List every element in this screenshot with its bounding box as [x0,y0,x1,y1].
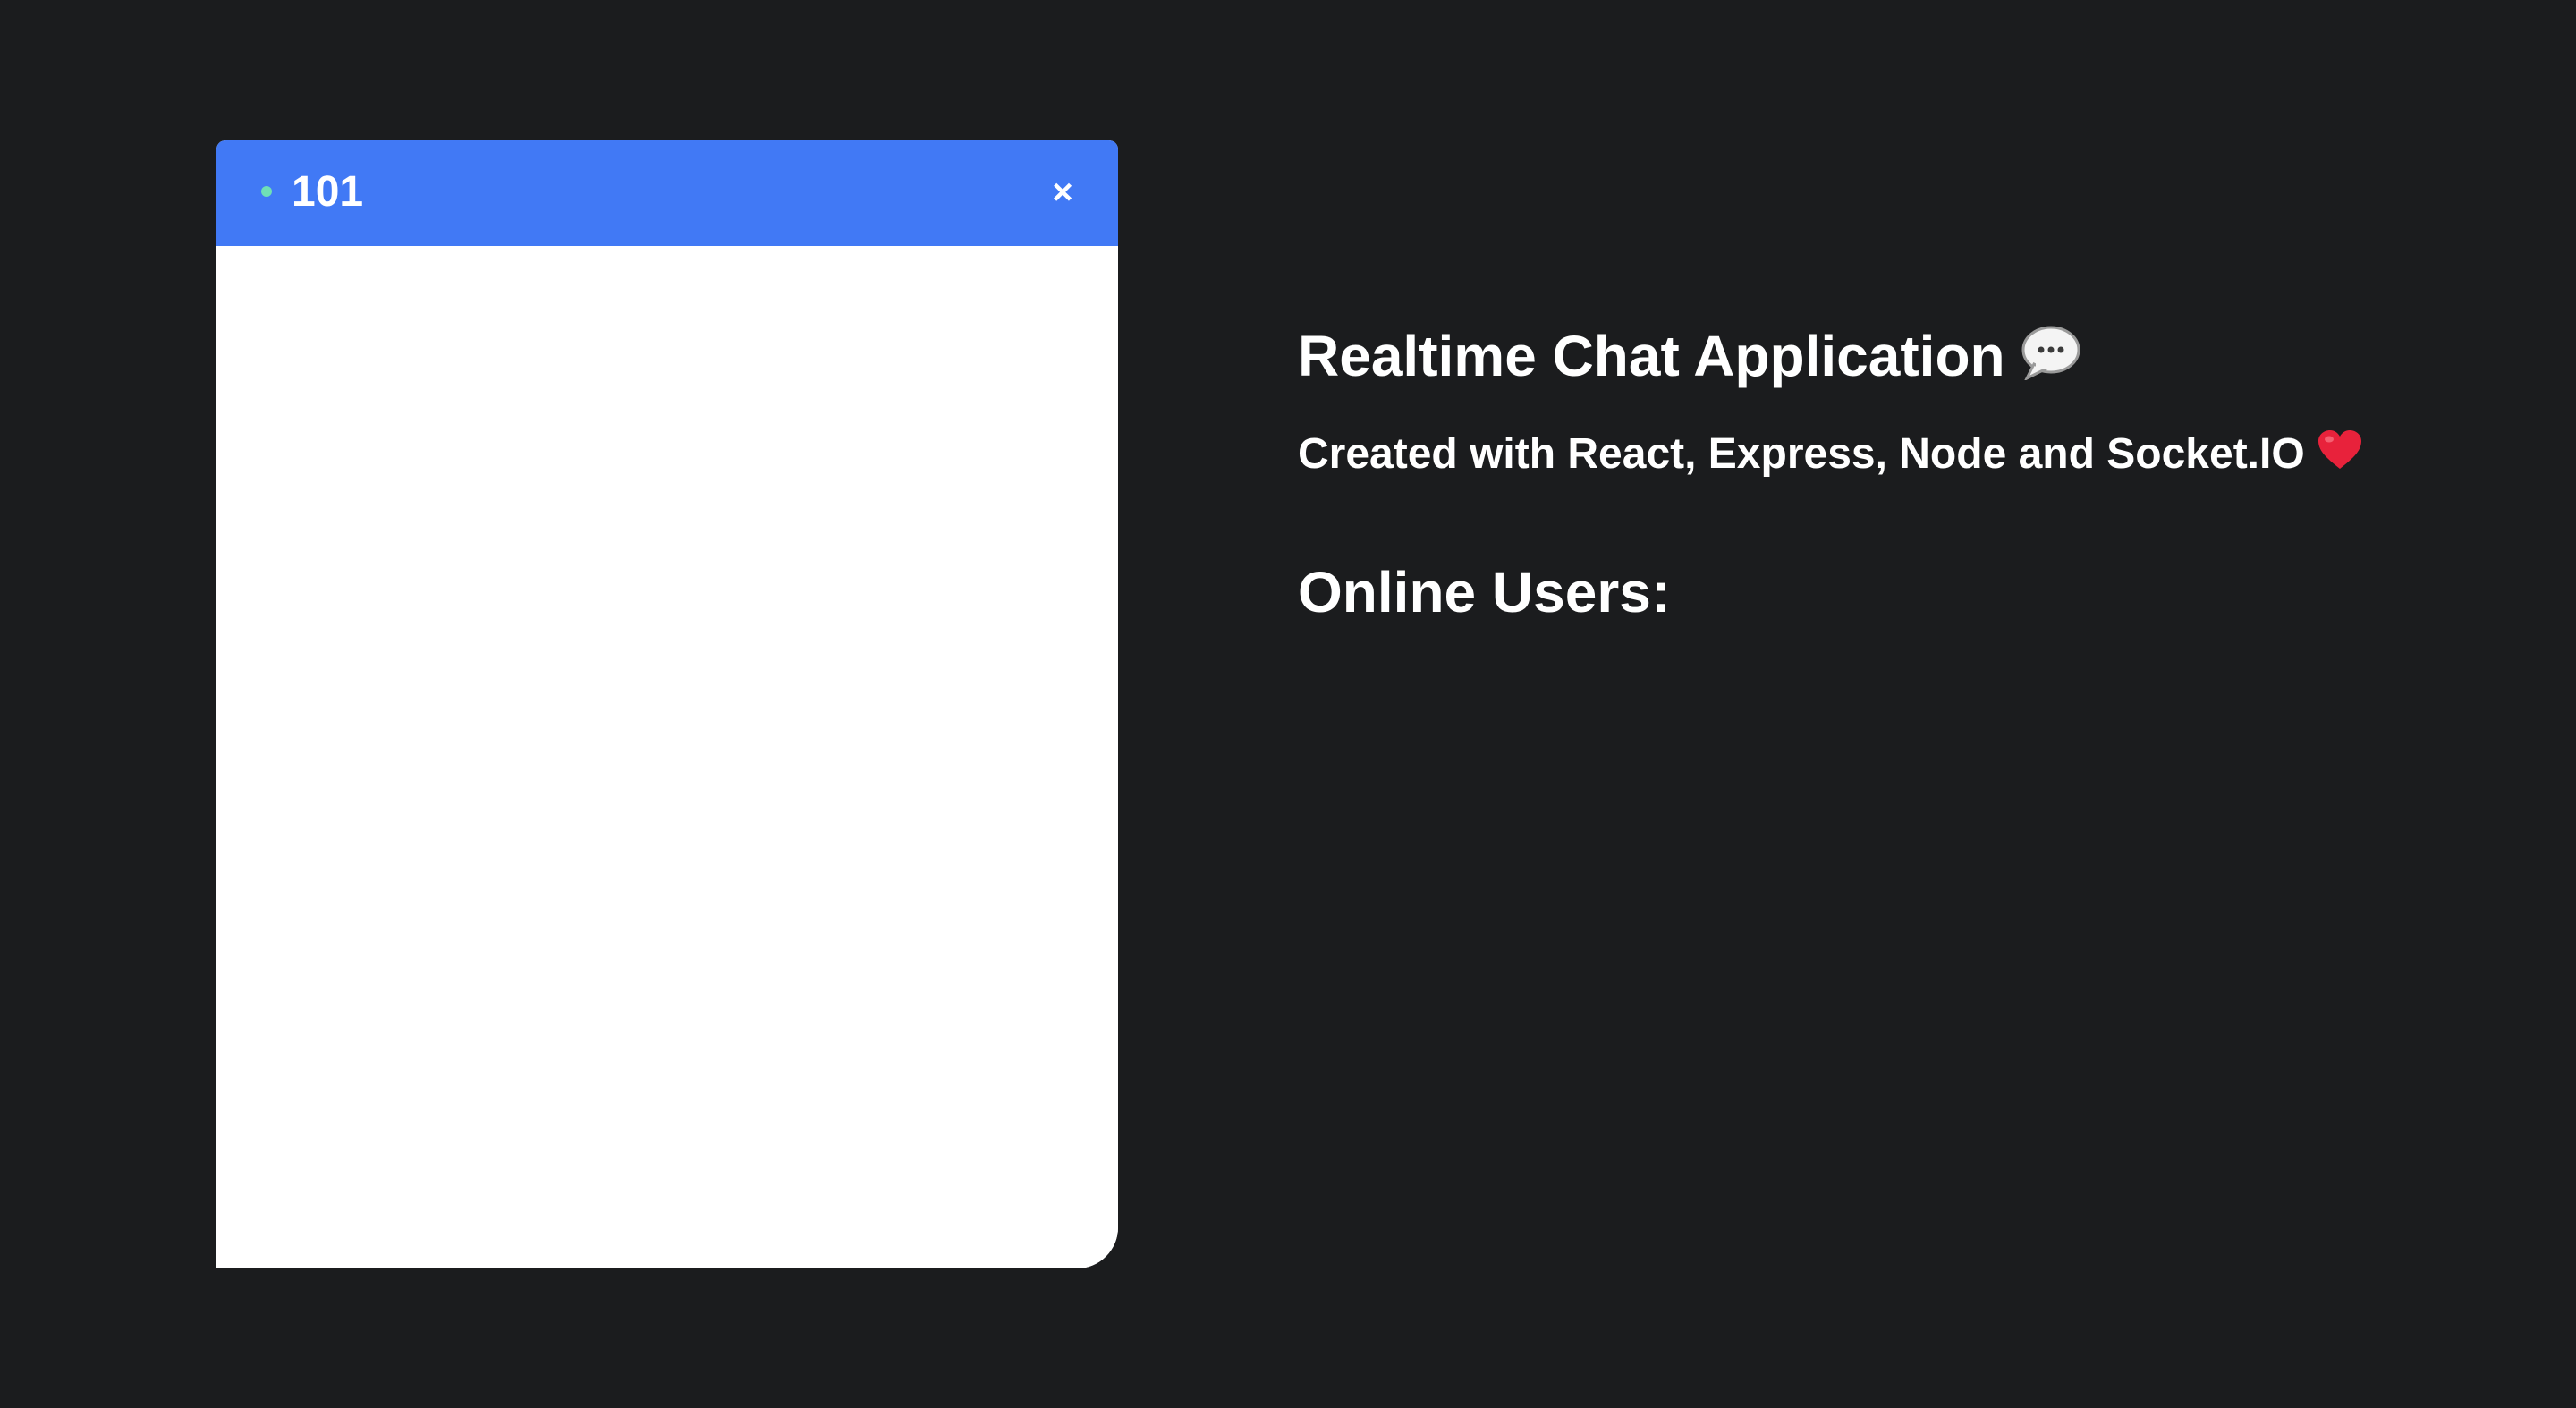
close-icon[interactable]: × [1046,174,1079,210]
subtitle: Created with React, Express, Node and So… [1298,428,2362,484]
online-dot-icon [261,186,272,197]
app-title: Realtime Chat Application [1298,320,2080,396]
messages-area [216,246,1118,1268]
online-users-heading: Online Users: [1298,560,1671,624]
room-title: 101 [292,168,364,216]
app-title-text: Realtime Chat Application [1298,324,2005,388]
heart-icon [2318,429,2362,484]
chat-header: 101 × [216,140,1118,246]
chat-window: 101 × [216,140,1118,1268]
speech-bubble-icon [2021,325,2080,396]
subtitle-text: Created with React, Express, Node and So… [1298,430,2305,478]
